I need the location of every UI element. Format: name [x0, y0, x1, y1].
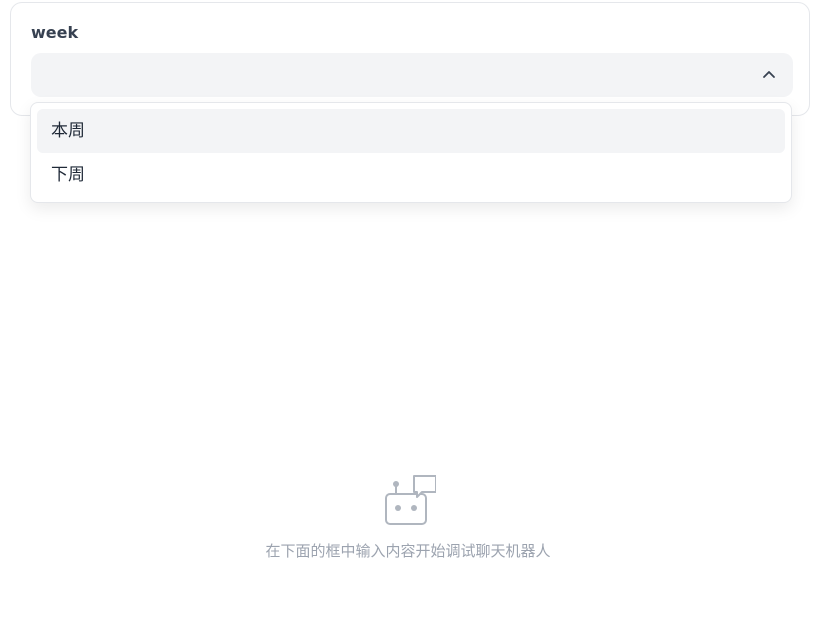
week-label: week [31, 23, 79, 42]
option-this-week[interactable]: 本周 [37, 109, 785, 153]
option-next-week[interactable]: 下周 [37, 153, 785, 197]
week-dropdown-menu: 本周 下周 [30, 102, 792, 203]
empty-state: 在下面的框中输入内容开始调试聊天机器人 [0, 472, 816, 561]
form-card: week [10, 2, 810, 116]
page: week 本周 下周 在下面的框中输入内容开始调试聊天机器人 [0, 0, 816, 629]
chatbot-icon [385, 475, 436, 525]
week-select[interactable] [31, 53, 793, 97]
chevron-up-icon[interactable] [761, 67, 777, 83]
empty-state-text: 在下面的框中输入内容开始调试聊天机器人 [265, 542, 551, 560]
